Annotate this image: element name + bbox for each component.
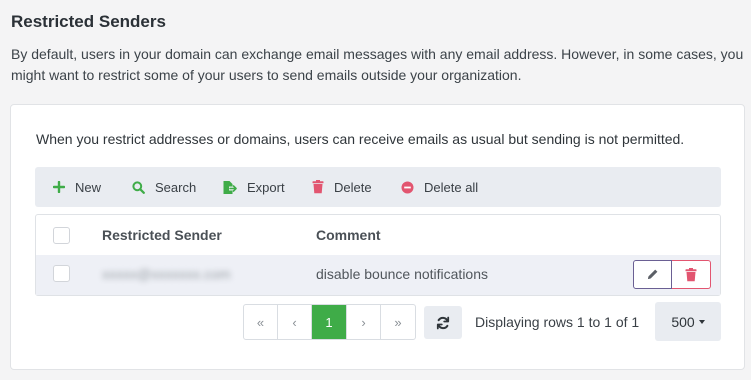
restricted-senders-table: Restricted Sender Comment xxxxx@xxxxxxx.… [35,214,721,296]
file-export-icon [223,180,237,194]
delete-row-button[interactable] [672,260,711,289]
previous-page-button[interactable]: ‹ [278,305,312,339]
page-size-dropdown[interactable]: 500 [655,302,721,341]
export-button[interactable]: Export [222,167,285,207]
restricted-senders-card: When you restrict addresses or domains, … [10,104,745,370]
page-size-value: 500 [671,313,695,330]
search-button[interactable]: Search [132,167,196,207]
delete-all-label: Delete all [424,179,479,195]
restricted-sender-cell: xxxxx@xxxxxxx.com [102,266,231,282]
delete-all-button[interactable]: Delete all [401,167,478,207]
page-title: Restricted Senders [11,12,166,31]
pagination: « ‹ 1 › » [243,304,416,340]
minus-circle-icon [401,181,414,193]
delete-label: Delete [334,179,372,195]
pencil-icon [648,269,658,279]
trash-icon [312,180,324,194]
page-description: By default, users in your domain can exc… [11,46,744,83]
select-all-checkbox[interactable] [53,227,70,244]
row-checkbox[interactable] [53,265,70,282]
new-label: New [75,179,102,195]
search-icon [132,180,145,194]
refresh-button[interactable] [424,306,462,339]
new-button[interactable]: New [53,167,101,207]
refresh-icon [436,316,450,329]
column-header-restricted-sender: Restricted Sender [102,227,222,243]
last-page-button[interactable]: » [381,305,415,339]
table-header: Restricted Sender Comment [36,215,720,255]
plus-icon [53,181,65,193]
delete-button[interactable]: Delete [312,167,372,207]
row-actions [633,260,711,289]
search-label: Search [155,179,197,195]
comment-cell: disable bounce notifications [316,266,489,282]
column-header-comment: Comment [316,227,381,243]
export-label: Export [247,179,285,195]
edit-row-button[interactable] [633,260,672,289]
current-page-button[interactable]: 1 [312,305,347,339]
caret-down-icon [698,319,705,324]
toolbar: New Search Export Delete Delete all [35,167,721,207]
next-page-button[interactable]: › [347,305,381,339]
card-note: When you restrict addresses or domains, … [36,131,685,147]
rows-status: Displaying rows 1 to 1 of 1 [475,314,640,330]
trash-icon [685,267,697,281]
first-page-button[interactable]: « [244,305,278,339]
table-row[interactable]: xxxxx@xxxxxxx.com disable bounce notific… [36,255,720,295]
